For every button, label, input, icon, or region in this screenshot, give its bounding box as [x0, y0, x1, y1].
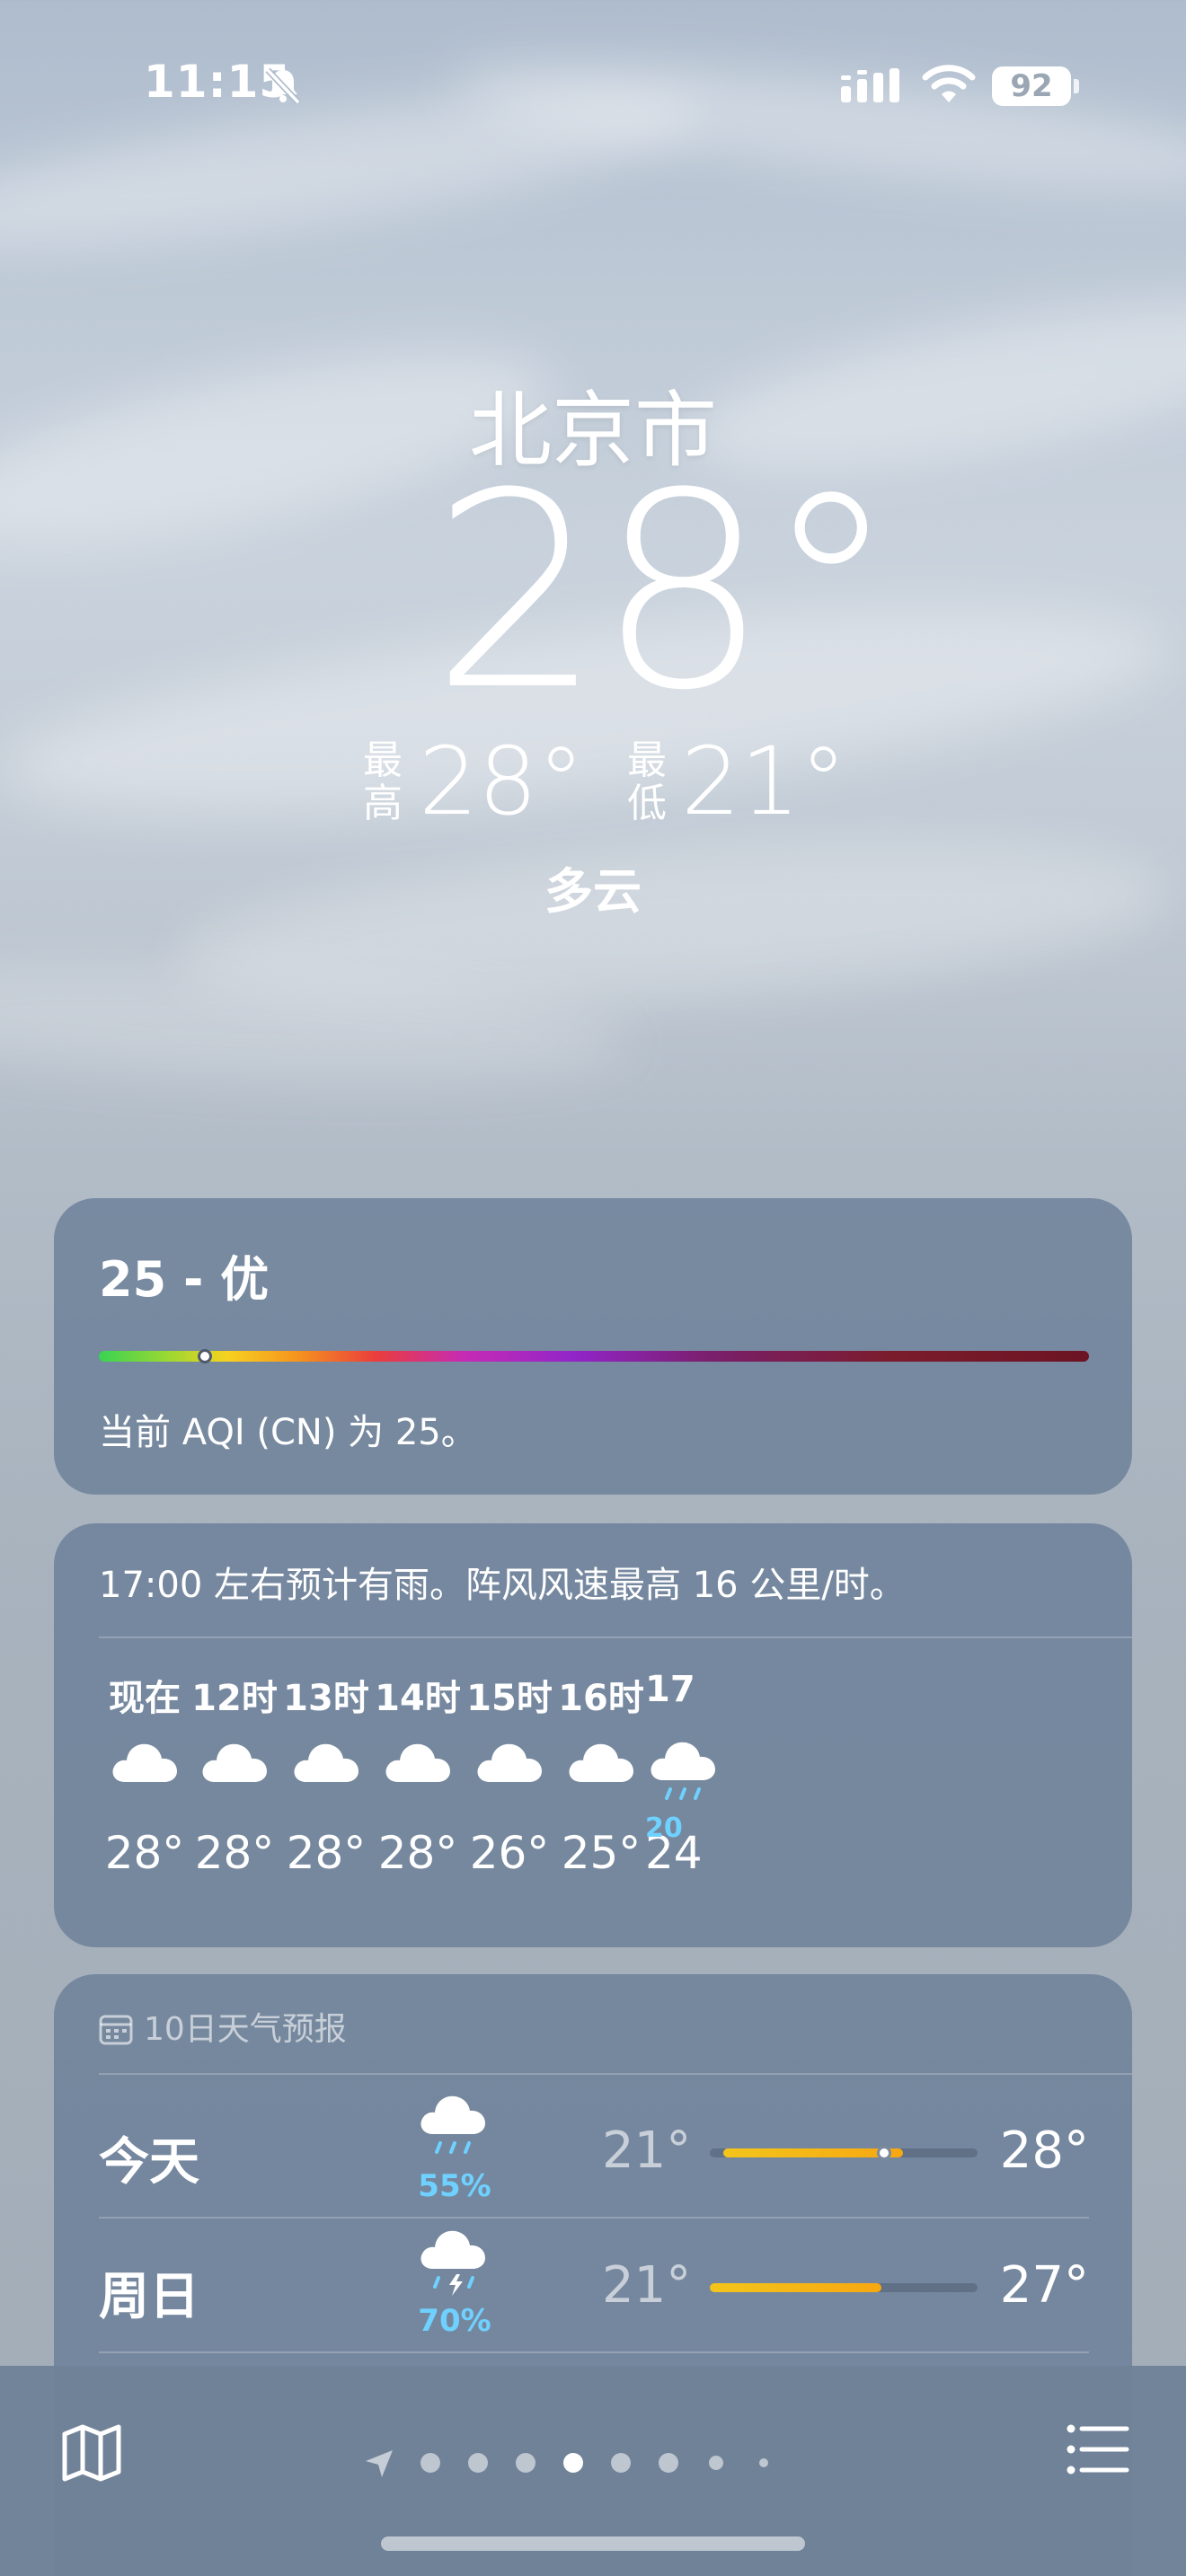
air-quality-card[interactable]: 25 - 优 当前 AQI (CN) 为 25。	[54, 1198, 1132, 1495]
temp-range-bar	[710, 2146, 978, 2160]
page-dot[interactable]	[516, 2453, 535, 2473]
hourly-item: 17 20 24	[645, 1669, 780, 1879]
silent-bell-icon	[262, 65, 304, 110]
battery-cap	[1074, 79, 1079, 93]
day-precip: 70%	[418, 2303, 491, 2339]
high-label: 最高	[363, 737, 403, 826]
daily-forecast-header: 10日天气预报	[99, 2003, 347, 2050]
temp-range-bar	[710, 2283, 978, 2292]
page-indicator[interactable]	[359, 2445, 827, 2481]
hourly-summary: 17:00 左右预计有雨。阵风风速最高 16 公里/时。	[99, 1565, 906, 1606]
day-name: 周日	[99, 2268, 199, 2326]
cellular-signal-icon	[841, 68, 904, 108]
thunderstorm-icon	[415, 2226, 496, 2305]
daily-row[interactable]: 今天 55% 21° 28°	[99, 2082, 1089, 2217]
wifi-icon	[922, 63, 976, 110]
home-indicator[interactable]	[381, 2536, 805, 2551]
map-icon[interactable]	[59, 2420, 124, 2488]
page-dot[interactable]	[420, 2453, 440, 2473]
weather-condition: 多云	[544, 863, 642, 920]
daily-row[interactable]: 周日 70% 21° 27°	[99, 2217, 1089, 2351]
rain-cloud-icon	[645, 1719, 780, 1827]
page-dot[interactable]	[709, 2456, 723, 2470]
high-low-temperature: 最高 28° 最低 21°	[0, 732, 1186, 831]
hourly-forecast-card[interactable]: 17:00 左右预计有雨。阵风风速最高 16 公里/时。 现在 28° 12时 28°…	[54, 1523, 1132, 1947]
temp-range-fill	[710, 2283, 881, 2292]
status-bar: 11:15 92	[0, 0, 1186, 171]
day-precip: 55%	[418, 2168, 491, 2204]
divider	[99, 2351, 1089, 2353]
list-icon[interactable]	[1066, 2420, 1130, 2483]
low-label: 最低	[627, 737, 667, 826]
page-dot[interactable]	[659, 2453, 678, 2473]
day-high: 27°	[999, 2256, 1089, 2315]
aqi-indicator-dot	[198, 1349, 212, 1363]
aqi-scale-bar	[99, 1351, 1089, 1362]
page-dot[interactable]	[468, 2453, 488, 2473]
rain-cloud-icon	[415, 2091, 496, 2170]
page-dot[interactable]	[611, 2453, 631, 2473]
day-low: 21°	[602, 2256, 692, 2315]
low-temperature: 21°	[681, 727, 847, 836]
divider	[99, 1636, 1132, 1638]
current-temperature: 28°	[431, 436, 898, 749]
current-temp-marker	[876, 2146, 891, 2160]
calendar-icon	[99, 2015, 133, 2045]
day-name: 今天	[99, 2133, 199, 2192]
page-dot[interactable]	[563, 2453, 583, 2473]
aqi-description: 当前 AQI (CN) 为 25。	[99, 1412, 477, 1453]
day-low: 21°	[602, 2122, 692, 2180]
hour-label: 17	[645, 1669, 695, 1710]
divider	[99, 2073, 1132, 2075]
battery-indicator: 92	[992, 66, 1071, 106]
high-temperature: 28°	[419, 727, 585, 836]
day-high: 28°	[999, 2122, 1089, 2180]
temp-range-fill	[722, 2148, 903, 2157]
page-dot[interactable]	[759, 2458, 768, 2467]
hour-precip: 20	[645, 1813, 683, 1844]
aqi-value: 25 - 优	[99, 1251, 270, 1308]
daily-header-label: 10日天气预报	[144, 2011, 347, 2048]
